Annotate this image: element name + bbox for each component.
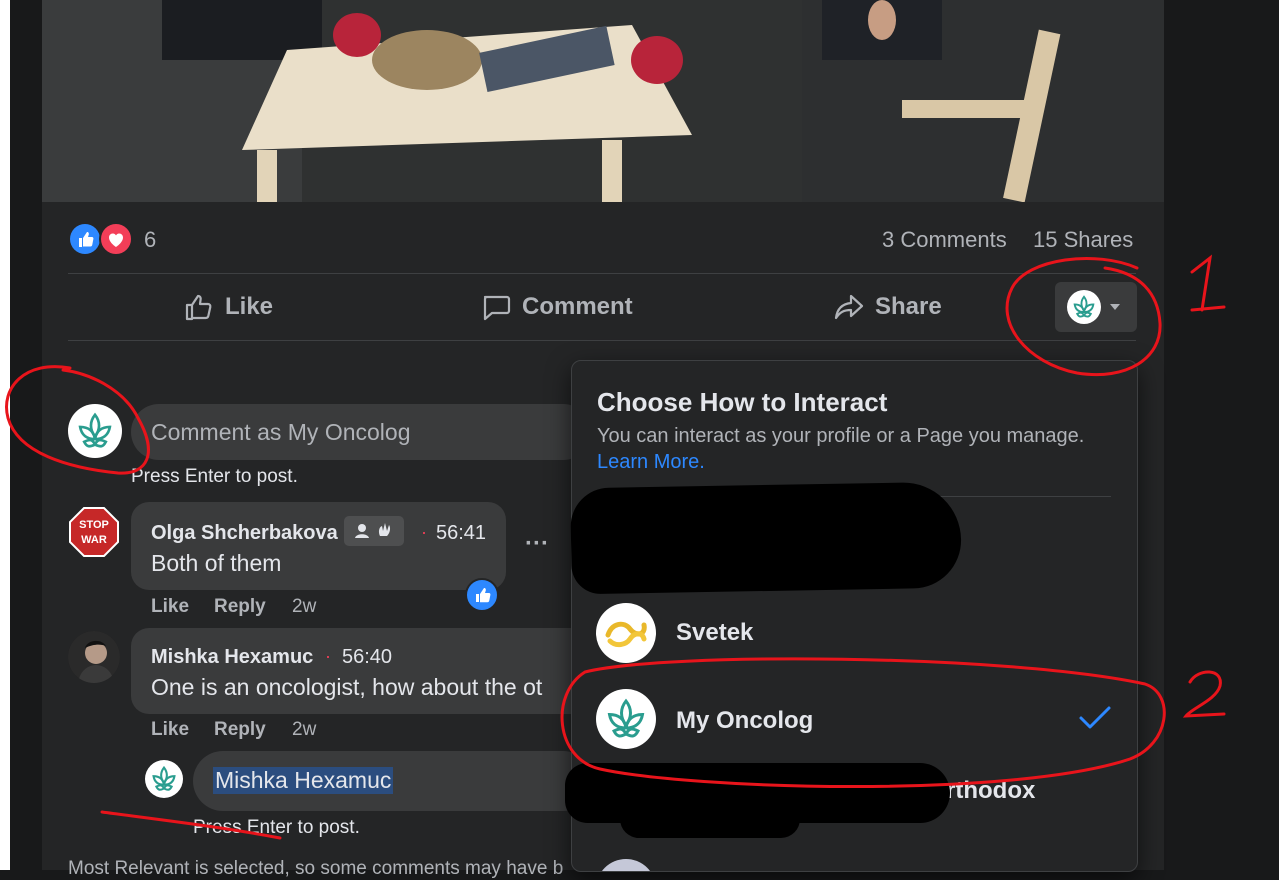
interact-as-selector[interactable] <box>1055 282 1137 332</box>
comment-age[interactable]: 2w <box>292 719 316 741</box>
share-button[interactable]: Share <box>833 285 942 329</box>
comment-reply-link[interactable]: Reply <box>214 596 266 618</box>
my-oncolog-avatar <box>1067 290 1101 324</box>
stop-war-text: STOP WAR <box>79 519 109 546</box>
menu-subtitle: You can interact as your profile or a Pa… <box>597 425 1085 447</box>
menu-option-partial-label[interactable]: rthodox <box>946 777 1035 805</box>
lotus-logo-icon <box>1073 295 1095 318</box>
divider-bottom <box>68 340 1136 341</box>
reply-hint: Press Enter to post. <box>193 817 360 838</box>
share-label: Share <box>875 293 942 320</box>
person-photo <box>68 631 120 683</box>
comment-time[interactable]: 56:40 <box>342 646 392 669</box>
my-oncolog-avatar <box>596 689 656 749</box>
comment-author[interactable]: Olga Shcherbakova <box>151 522 338 545</box>
like-reaction-icon <box>70 224 100 254</box>
lotus-logo-icon <box>607 698 645 738</box>
reaction-count[interactable]: 6 <box>144 227 156 253</box>
checkmark-icon <box>1079 706 1111 729</box>
svetek-avatar <box>596 603 656 663</box>
speech-bubble-icon <box>483 295 511 321</box>
dot-separator: · <box>325 646 331 666</box>
menu-option-label: Svetek <box>676 619 754 646</box>
menu-option-svetek[interactable]: Svetek <box>582 597 1127 671</box>
dot-separator: · <box>421 522 427 542</box>
post-photo[interactable] <box>42 0 1164 202</box>
caret-down-icon <box>1110 304 1120 310</box>
comment-placeholder: Comment as My Oncolog <box>151 419 411 445</box>
comment-author[interactable]: Mishka Hexamuc <box>151 646 313 669</box>
learn-more-link[interactable]: Learn More. <box>597 451 705 474</box>
shares-count[interactable]: 15 Shares <box>1033 227 1133 253</box>
menu-title: Choose How to Interact <box>597 387 888 417</box>
comment-reply-link[interactable]: Reply <box>214 719 266 741</box>
like-button[interactable]: Like <box>183 285 273 329</box>
comment-like-link[interactable]: Like <box>151 719 189 741</box>
composer-hint: Press Enter to post. <box>131 466 298 487</box>
comment-bubble: Olga Shcherbakova · 56:41 Both of them <box>131 502 506 590</box>
comments-count[interactable]: 3 Comments <box>882 227 1007 253</box>
comment-text: One is an oncologist, how about the ot <box>151 674 543 700</box>
menu-option-partial-avatar[interactable] <box>596 859 656 871</box>
badge-icons <box>355 523 391 538</box>
menu-option-my-oncolog[interactable]: My Oncolog <box>582 683 1127 757</box>
share-arrow-icon <box>834 294 864 320</box>
photo-illustration <box>42 0 1164 202</box>
comment-time[interactable]: 56:41 <box>436 522 486 545</box>
comment-more-icon[interactable]: ··· <box>525 530 549 558</box>
comment-like-link[interactable]: Like <box>151 596 189 618</box>
composer-avatar[interactable] <box>68 404 122 458</box>
love-reaction-icon <box>99 222 133 256</box>
lotus-logo-icon <box>152 765 176 791</box>
comment-like-badge <box>465 578 499 612</box>
reply-input[interactable]: Mishka Hexamuc <box>193 751 593 811</box>
comment-button[interactable]: Comment <box>480 285 633 329</box>
redaction-block <box>620 800 800 838</box>
right-gutter <box>1164 0 1279 870</box>
redaction-block <box>570 481 962 595</box>
comment-text: Both of them <box>151 550 282 576</box>
thumbs-up-icon <box>185 294 212 321</box>
reply-avatar[interactable] <box>145 760 183 798</box>
comment-age[interactable]: 2w <box>292 596 316 618</box>
reply-input-value: Mishka Hexamuc <box>213 767 394 794</box>
sort-note: Most Relevant is selected, so some comme… <box>68 858 564 879</box>
comment-input[interactable]: Comment as My Oncolog <box>131 404 591 460</box>
svetek-logo-icon <box>605 621 647 648</box>
comment-bubble: Mishka Hexamuc · 56:40 One is an oncolog… <box>131 628 591 714</box>
left-gutter <box>0 0 10 870</box>
commenter-avatar-mishka[interactable] <box>68 631 120 683</box>
comment-label: Comment <box>522 293 633 320</box>
contributor-badge <box>344 516 404 546</box>
commenter-avatar-olga[interactable]: STOP WAR <box>68 506 120 558</box>
like-label: Like <box>225 293 274 320</box>
menu-option-label: My Oncolog <box>676 707 814 734</box>
lotus-logo-icon <box>78 412 112 448</box>
thumbs-up-icon <box>476 588 491 603</box>
divider-top <box>68 273 1136 274</box>
